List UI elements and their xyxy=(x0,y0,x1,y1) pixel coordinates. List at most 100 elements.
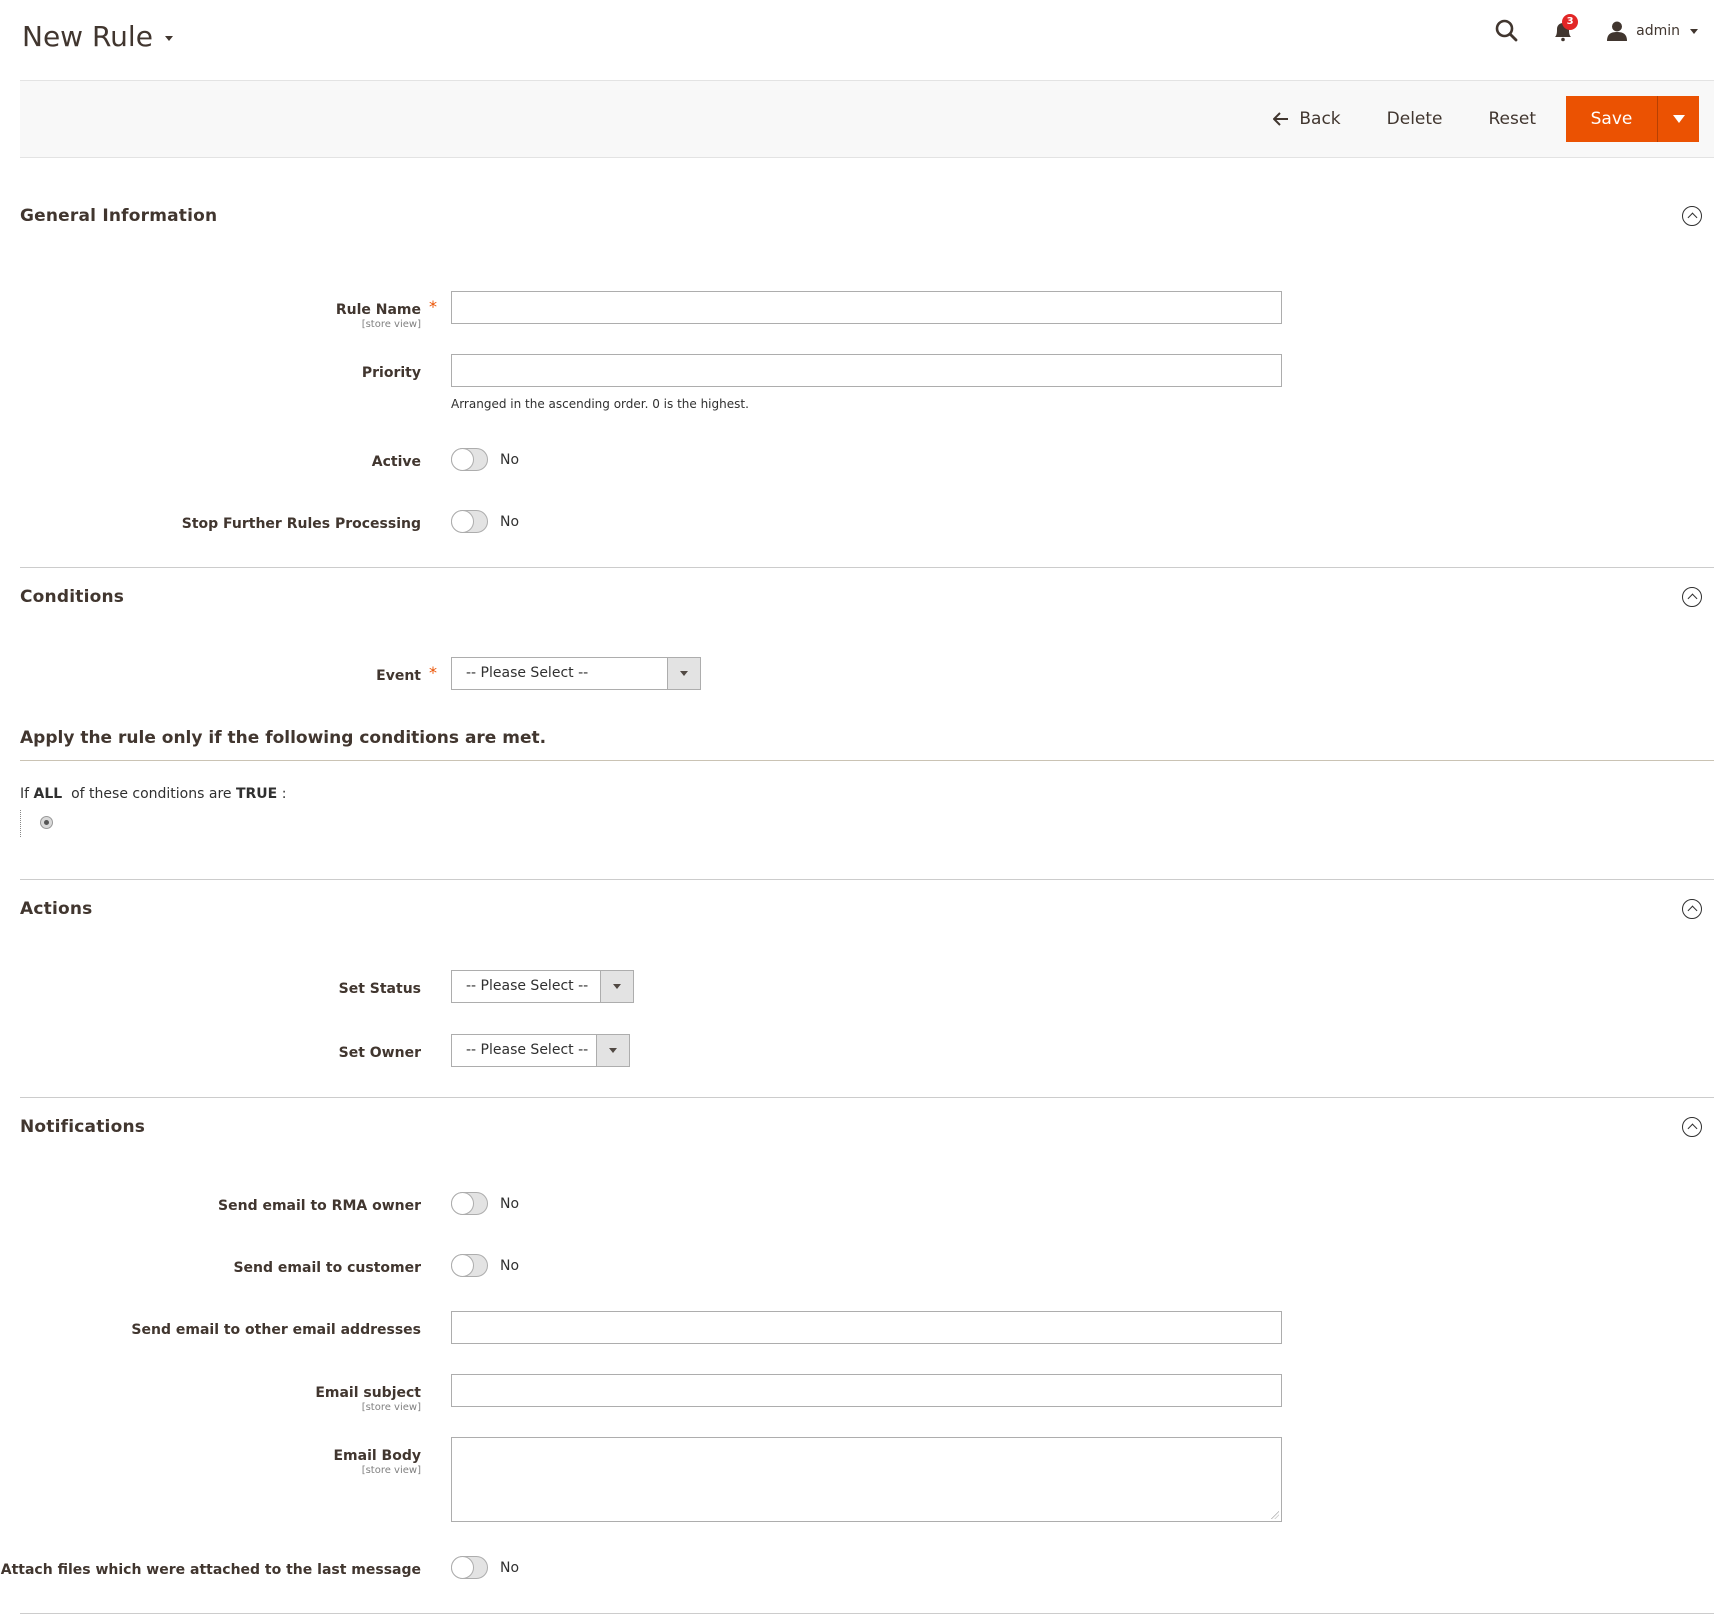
notifications-bell[interactable]: 3 xyxy=(1550,14,1579,44)
event-select[interactable]: -- Please Select -- xyxy=(451,657,701,690)
page-title-text: New Rule xyxy=(22,20,153,53)
set-status-select[interactable]: -- Please Select -- xyxy=(451,970,634,1003)
section-title: Actions xyxy=(20,899,93,919)
email-body-textarea[interactable] xyxy=(451,1437,1282,1522)
toggle-knob xyxy=(451,1192,474,1215)
save-split-button: Save xyxy=(1566,96,1699,142)
priority-note: Arranged in the ascending order. 0 is th… xyxy=(451,397,749,411)
active-label: Active xyxy=(371,454,421,470)
toggle-switch[interactable] xyxy=(451,510,488,533)
store-view-scope: [store view] xyxy=(361,1402,421,1413)
dropdown-button[interactable] xyxy=(667,658,700,689)
dropdown-button[interactable] xyxy=(600,971,633,1002)
section-conditions-header[interactable]: Conditions xyxy=(20,587,1714,607)
toggle-value: No xyxy=(500,513,520,530)
email-subject-input[interactable] xyxy=(451,1374,1282,1407)
resize-handle[interactable] xyxy=(1271,1511,1279,1519)
conditions-tree xyxy=(20,810,21,837)
section-general-header[interactable]: General Information xyxy=(20,206,1714,226)
stop-processing-toggle[interactable]: No xyxy=(451,510,519,533)
section-title: Conditions xyxy=(20,587,125,607)
toggle-value: No xyxy=(500,451,520,468)
chevron-down-icon xyxy=(1690,28,1698,34)
event-select-value: -- Please Select -- xyxy=(466,665,589,681)
reset-button[interactable]: Reset xyxy=(1473,96,1553,142)
rule-name-input[interactable] xyxy=(451,291,1282,324)
store-view-scope: [store view] xyxy=(361,1465,421,1476)
section-divider xyxy=(20,567,1714,568)
toggle-knob xyxy=(451,1254,474,1277)
aggregator-selector[interactable]: ALL xyxy=(34,786,63,802)
required-asterisk: * xyxy=(429,663,437,682)
email-rma-owner-toggle[interactable]: No xyxy=(451,1192,519,1215)
rule-name-label: Rule Name xyxy=(335,302,421,318)
section-title: General Information xyxy=(20,206,218,226)
active-toggle[interactable]: No xyxy=(451,448,519,471)
toggle-switch[interactable] xyxy=(451,1556,488,1579)
store-view-scope: [store view] xyxy=(361,319,421,330)
other-emails-label: Send email to other email addresses xyxy=(131,1322,421,1338)
collapse-icon[interactable] xyxy=(1682,1117,1702,1137)
priority-label: Priority xyxy=(361,365,421,381)
save-options-toggle[interactable] xyxy=(1657,96,1699,142)
value-selector[interactable]: TRUE xyxy=(236,786,277,802)
toggle-switch[interactable] xyxy=(451,448,488,471)
caret-down-icon xyxy=(613,984,621,989)
section-divider xyxy=(20,879,1714,880)
dropdown-button[interactable] xyxy=(596,1035,629,1066)
arrow-left-icon xyxy=(1273,112,1289,126)
back-label: Back xyxy=(1299,109,1341,129)
notification-count-badge: 3 xyxy=(1562,14,1579,30)
set-status-value: -- Please Select -- xyxy=(466,978,589,994)
save-button[interactable]: Save xyxy=(1566,96,1657,142)
toggle-switch[interactable] xyxy=(451,1254,488,1277)
email-customer-label: Send email to customer xyxy=(233,1260,421,1276)
email-rma-owner-label: Send email to RMA owner xyxy=(218,1198,421,1214)
section-notifications-header[interactable]: Notifications xyxy=(20,1117,1714,1137)
toggle-value: No xyxy=(500,1559,520,1576)
other-emails-input[interactable] xyxy=(451,1311,1282,1344)
caret-down-icon xyxy=(680,671,688,676)
search-icon[interactable] xyxy=(1494,18,1520,44)
delete-button[interactable]: Delete xyxy=(1371,96,1459,142)
toggle-knob xyxy=(451,448,474,471)
section-divider xyxy=(20,1097,1714,1098)
set-owner-label: Set Owner xyxy=(338,1045,421,1061)
page-title[interactable]: New Rule xyxy=(22,20,173,53)
if-text: If xyxy=(20,786,30,802)
toggle-knob xyxy=(451,1556,474,1579)
conditions-divider xyxy=(20,760,1714,761)
collapse-icon[interactable] xyxy=(1682,206,1702,226)
stop-processing-label: Stop Further Rules Processing xyxy=(181,516,421,532)
set-owner-select[interactable]: -- Please Select -- xyxy=(451,1034,630,1067)
toggle-knob xyxy=(451,510,474,533)
section-divider xyxy=(20,1613,1714,1614)
section-title: Notifications xyxy=(20,1117,146,1137)
caret-down-icon xyxy=(1672,115,1685,123)
add-condition-icon[interactable] xyxy=(40,816,53,829)
chevron-down-icon xyxy=(164,36,173,41)
user-account-menu[interactable]: admin xyxy=(1606,20,1698,42)
section-actions-header[interactable]: Actions xyxy=(20,899,1714,919)
toggle-value: No xyxy=(500,1257,520,1274)
header-actions: 3 admin xyxy=(1494,14,1698,46)
colon-text: : xyxy=(281,786,287,802)
email-body-label: Email Body xyxy=(333,1448,421,1464)
email-customer-toggle[interactable]: No xyxy=(451,1254,519,1277)
conditions-apply-heading: Apply the rule only if the following con… xyxy=(20,728,547,748)
toggle-value: No xyxy=(500,1195,520,1212)
page-actions-bar: Back Delete Reset Save xyxy=(20,80,1714,158)
attach-files-toggle[interactable]: No xyxy=(451,1556,519,1579)
set-status-label: Set Status xyxy=(338,981,421,997)
event-label: Event xyxy=(376,668,421,684)
page-actions: Back Delete Reset Save xyxy=(1243,96,1699,142)
back-button[interactable]: Back xyxy=(1257,96,1356,142)
set-owner-value: -- Please Select -- xyxy=(466,1042,589,1058)
email-subject-label: Email subject xyxy=(315,1385,421,1401)
user-name: admin xyxy=(1636,23,1680,39)
user-icon xyxy=(1607,21,1628,41)
toggle-switch[interactable] xyxy=(451,1192,488,1215)
priority-input[interactable] xyxy=(451,354,1282,387)
collapse-icon[interactable] xyxy=(1682,587,1702,607)
collapse-icon[interactable] xyxy=(1682,899,1702,919)
